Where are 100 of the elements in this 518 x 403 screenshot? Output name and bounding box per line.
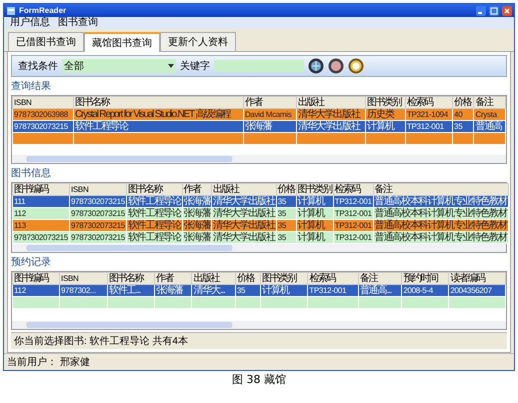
column-header[interactable]: 出版社 xyxy=(212,184,276,196)
close-icon[interactable] xyxy=(502,6,512,16)
column-header[interactable]: 价格 xyxy=(235,272,261,284)
column-header[interactable]: 备注 xyxy=(358,272,402,284)
table-cell[interactable]: 9787302073215 xyxy=(69,196,126,208)
table-cell[interactable]: 普通高校本科计算机专业特色教材 xyxy=(373,196,508,208)
column-header[interactable]: 图书名称 xyxy=(126,184,182,196)
table-cell[interactable]: 清华大... xyxy=(192,284,236,296)
column-header[interactable]: 价格 xyxy=(452,96,474,108)
table-cell[interactable]: TP321-1094 xyxy=(405,108,453,120)
table-cell[interactable]: 普通高校本科计算机专业特色教材 xyxy=(373,220,508,232)
table-cell[interactable]: 9787302073215 xyxy=(69,220,126,232)
table-cell[interactable]: 计算机 xyxy=(366,120,406,132)
table-cell[interactable]: 9787302073215 xyxy=(69,232,126,244)
column-header[interactable]: 作者 xyxy=(243,96,296,108)
table-cell[interactable]: 软件工程导论 xyxy=(126,220,182,232)
keyword-field[interactable] xyxy=(214,60,304,72)
table-cell[interactable]: 计算机 xyxy=(296,232,334,244)
table-cell[interactable]: 112 xyxy=(12,208,70,220)
column-header[interactable]: ISBN xyxy=(69,184,126,196)
column-header[interactable]: ISBN xyxy=(12,96,74,108)
table-cell[interactable]: 9787302073215 xyxy=(12,120,74,132)
column-header[interactable]: 作者 xyxy=(154,272,192,284)
condition-dropdown[interactable]: 全部 xyxy=(62,59,176,73)
column-header[interactable]: 备注 xyxy=(474,96,506,108)
table-cell[interactable]: 软件工... xyxy=(108,284,155,296)
status-text: 你当前选择图书: 软件工程导论 共有4本 xyxy=(11,332,507,349)
app-icon xyxy=(6,6,16,16)
tab[interactable]: 已借图书查询 xyxy=(8,32,84,51)
figure-caption: 图 38 藏馆 xyxy=(232,373,286,386)
table-cell[interactable]: 清华大学出版社 xyxy=(212,232,276,244)
tab[interactable]: 更新个人资料 xyxy=(160,32,236,51)
table-cell[interactable]: 清华大学出版社 xyxy=(212,220,276,232)
menu-item[interactable]: 用户信息 xyxy=(10,17,50,29)
table-cell[interactable]: 张海藩 xyxy=(243,120,296,132)
tab[interactable]: 藏馆图书查询 xyxy=(84,32,160,52)
table-cell[interactable]: 张海藩 xyxy=(182,232,212,244)
table-cell[interactable]: 计算机 xyxy=(296,208,334,220)
table-cell[interactable]: Crystal Report for Visual Studio.NET 高级编程 xyxy=(74,108,244,120)
table-cell[interactable]: 普通高 xyxy=(474,120,506,132)
table-cell[interactable]: 软件工程导论 xyxy=(126,208,182,220)
table-cell[interactable]: 9787302073215 xyxy=(12,232,70,244)
column-header[interactable]: 备注 xyxy=(373,184,508,196)
table-cell[interactable]: 计算机 xyxy=(296,220,334,232)
table-cell[interactable]: 软件工程导论 xyxy=(126,232,182,244)
table-cell[interactable]: 清华大学出版社 xyxy=(212,208,276,220)
table-cell[interactable]: TP312-001 xyxy=(405,120,453,132)
column-header[interactable]: 图书编码 xyxy=(12,272,60,284)
table-cell[interactable]: 9787302... xyxy=(60,284,108,296)
column-header[interactable]: 出版社 xyxy=(192,272,236,284)
table-cell[interactable]: David Mcamis xyxy=(243,108,296,120)
column-header[interactable]: 价格 xyxy=(276,184,296,196)
scrollbar[interactable] xyxy=(12,321,506,329)
table-cell[interactable]: 张海藩 xyxy=(182,208,212,220)
column-header[interactable]: 检索码 xyxy=(405,96,453,108)
column-header[interactable]: 图书类别 xyxy=(296,184,334,196)
table-cell[interactable]: TP312-001 xyxy=(308,284,358,296)
table-cell[interactable]: 普通高校本科计算机专业特色教材 xyxy=(373,232,508,244)
table-cell[interactable]: 清华大学出版社 xyxy=(212,196,276,208)
table-cell[interactable]: 计算机 xyxy=(296,196,334,208)
keyword-label: 关键字 xyxy=(180,60,210,73)
column-header[interactable]: 读者编码 xyxy=(448,272,506,284)
column-header[interactable]: 检索码 xyxy=(333,184,374,196)
table-cell[interactable]: 张海藩 xyxy=(154,284,192,296)
scrollbar[interactable] xyxy=(12,155,506,163)
table-cell[interactable]: 9787302063988 xyxy=(12,108,74,120)
table-cell[interactable]: 软件工程导论 xyxy=(74,120,244,132)
table-cell[interactable]: 普通高... xyxy=(358,284,402,296)
table-cell[interactable]: 历史类 xyxy=(366,108,406,120)
menu-item[interactable]: 图书查询 xyxy=(58,17,98,29)
minimize-icon[interactable] xyxy=(476,6,486,16)
column-header[interactable]: 出版社 xyxy=(296,96,366,108)
table-cell[interactable]: 软件工程导论 xyxy=(126,196,182,208)
table-cell[interactable]: 111 xyxy=(12,196,70,208)
table-cell[interactable]: 113 xyxy=(12,220,70,232)
table-cell[interactable]: 张海藩 xyxy=(182,196,212,208)
column-header[interactable]: 预约时间 xyxy=(402,272,449,284)
column-header[interactable]: 图书类别 xyxy=(366,96,406,108)
column-header[interactable]: 图书编码 xyxy=(12,184,70,196)
group-title: 查询结果 xyxy=(11,80,52,93)
caret-icon xyxy=(168,64,174,68)
column-header[interactable]: 图书名称 xyxy=(74,96,244,108)
table-cell[interactable]: 9787302073215 xyxy=(69,208,126,220)
table-cell[interactable]: 2004356207 xyxy=(448,284,506,296)
table-cell[interactable]: 计算机 xyxy=(260,284,308,296)
table-cell[interactable]: 清华大学出版社 xyxy=(296,120,366,132)
condition-label: 查找条件 xyxy=(18,60,58,73)
table-cell[interactable]: 2008-5-4 xyxy=(402,284,449,296)
column-header[interactable]: ISBN xyxy=(60,272,108,284)
ring-icon[interactable] xyxy=(348,58,364,74)
maximize-icon[interactable] xyxy=(489,6,499,16)
table-cell[interactable]: 清华大学出版社 xyxy=(296,108,366,120)
column-header[interactable]: 图书名称 xyxy=(108,272,155,284)
column-header[interactable]: 作者 xyxy=(182,184,212,196)
table-cell[interactable]: 112 xyxy=(12,284,60,296)
column-header[interactable]: 检索码 xyxy=(308,272,358,284)
table-cell[interactable]: 普通高校本科计算机专业特色教材 xyxy=(373,208,508,220)
column-header[interactable]: 图书类别 xyxy=(260,272,308,284)
scrollbar[interactable] xyxy=(12,244,506,252)
table-cell[interactable]: 张海藩 xyxy=(182,220,212,232)
